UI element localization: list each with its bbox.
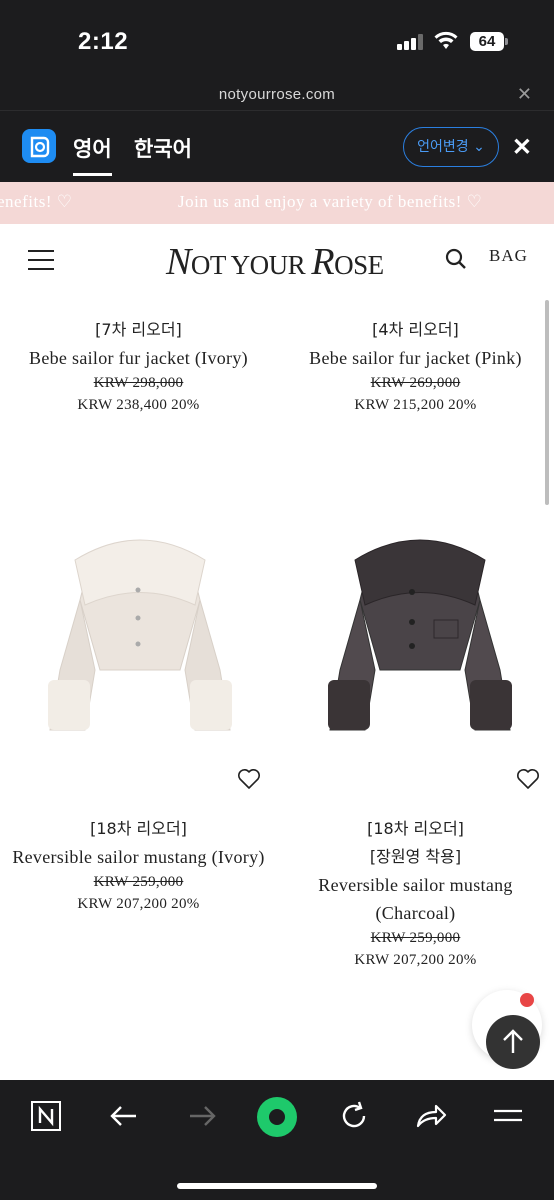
scroll-to-top-button[interactable]: [486, 1015, 540, 1069]
arrow-up-icon: [503, 1029, 523, 1053]
logo-r: R: [311, 241, 335, 283]
green-dot-icon[interactable]: [255, 1095, 299, 1139]
site-logo[interactable]: NOT YOUR ROSE: [166, 240, 384, 284]
refresh-icon[interactable]: [338, 1100, 370, 1132]
product-tag-celebrity: [장원영 착용]: [369, 847, 462, 866]
product-card[interactable]: [7차 리오더] Bebe sailor fur jacket (Ivory) …: [0, 316, 277, 416]
wishlist-heart-icon[interactable]: [516, 768, 540, 790]
scrollbar[interactable]: [545, 300, 549, 505]
change-language-button[interactable]: 언어변경 ⌄: [403, 127, 499, 167]
wifi-icon: [434, 31, 458, 49]
battery-icon: 64: [470, 32, 508, 51]
url-bar[interactable]: notyourrose.com ✕: [0, 80, 554, 110]
change-language-label: 언어변경: [417, 139, 469, 155]
product-tag: [18차 리오더]: [367, 819, 464, 838]
bag-link[interactable]: BAG: [489, 246, 528, 266]
original-price: KRW 269,000: [370, 375, 461, 391]
product-name[interactable]: Reversible sailor mustang (Ivory): [0, 843, 277, 871]
forward-arrow-icon[interactable]: [186, 1100, 218, 1132]
product-card[interactable]: [4차 리오더] Bebe sailor fur jacket (Pink) K…: [277, 316, 554, 416]
product-tag: [7차 리오더]: [95, 320, 182, 339]
logo-ose: OSE: [334, 250, 384, 280]
sale-price: KRW 207,200 20%: [354, 952, 477, 968]
naver-home-icon[interactable]: [30, 1100, 62, 1132]
cellular-signal-icon: [397, 34, 423, 50]
url-text[interactable]: notyourrose.com: [0, 86, 554, 103]
chevron-down-icon: ⌄: [473, 139, 485, 155]
logo-n: N: [166, 241, 191, 283]
close-icon[interactable]: ✕: [517, 84, 532, 105]
menu-icon[interactable]: [28, 250, 54, 270]
product-image-ivory-jacket[interactable]: [30, 520, 250, 740]
search-icon[interactable]: [445, 248, 467, 270]
product-name-line1[interactable]: Reversible sailor mustang: [277, 871, 554, 899]
translate-bar: 영어 한국어 언어변경 ⌄ ✕: [0, 110, 554, 182]
tab-english[interactable]: 영어: [73, 133, 112, 176]
product-tag: [4차 리오더]: [372, 320, 459, 339]
home-indicator[interactable]: [177, 1183, 377, 1189]
sale-price: KRW 215,200 20%: [354, 397, 477, 413]
product-name[interactable]: Bebe sailor fur jacket (Pink): [277, 344, 554, 372]
promo-banner[interactable]: benefits! ♡ Join us and enjoy a variety …: [0, 182, 554, 224]
tab-korean[interactable]: 한국어: [134, 133, 192, 163]
back-arrow-icon[interactable]: [108, 1100, 140, 1132]
status-bar: 2:12 64: [0, 0, 554, 80]
wishlist-heart-icon[interactable]: [237, 768, 261, 790]
share-icon[interactable]: [414, 1100, 448, 1132]
clock: 2:12: [78, 28, 129, 55]
sale-price: KRW 207,200 20%: [77, 896, 200, 912]
papago-icon[interactable]: [22, 129, 56, 163]
logo-ot-your: OT YOUR: [190, 250, 312, 280]
original-price: KRW 298,000: [93, 375, 184, 391]
site-header: NOT YOUR ROSE BAG: [0, 224, 554, 296]
product-card[interactable]: [18차 리오더] Reversible sailor mustang (Ivo…: [0, 815, 277, 915]
product-card[interactable]: [18차 리오더] [장원영 착용] Reversible sailor mus…: [277, 815, 554, 971]
product-tag: [18차 리오더]: [90, 819, 187, 838]
product-name-line2[interactable]: (Charcoal): [277, 899, 554, 927]
close-icon[interactable]: ✕: [512, 133, 532, 162]
banner-text-fragment: benefits! ♡: [0, 192, 73, 211]
product-name[interactable]: Bebe sailor fur jacket (Ivory): [0, 344, 277, 372]
browser-toolbar: [0, 1080, 554, 1200]
notification-dot: [520, 993, 534, 1007]
product-image-charcoal-jacket[interactable]: [310, 520, 530, 740]
banner-text: Join us and enjoy a variety of benefits!…: [178, 192, 483, 211]
sale-price: KRW 238,400 20%: [77, 397, 200, 413]
original-price: KRW 259,000: [93, 874, 184, 890]
menu-icon[interactable]: [492, 1100, 524, 1132]
original-price: KRW 259,000: [370, 930, 461, 946]
